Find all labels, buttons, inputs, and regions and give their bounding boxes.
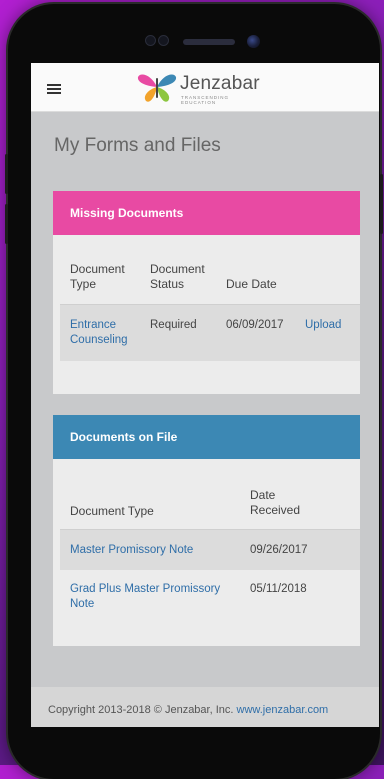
top-bar: Jenzabar TRANSCENDING EDUCATION bbox=[31, 63, 379, 112]
jenzabar-website-link[interactable]: www.jenzabar.com bbox=[237, 704, 329, 716]
proximity-sensor bbox=[158, 35, 169, 46]
phone-side-button bbox=[5, 204, 8, 244]
phone-side-button bbox=[5, 154, 8, 194]
app-screen: Jenzabar TRANSCENDING EDUCATION My Forms… bbox=[31, 63, 379, 727]
brand-name: Jenzabar bbox=[180, 73, 260, 94]
front-camera bbox=[247, 35, 260, 48]
missing-documents-card: Missing Documents Document Type Document… bbox=[53, 191, 360, 394]
column-header-date-received: Date Received bbox=[250, 488, 301, 517]
column-header-document-type: Document Type bbox=[70, 504, 154, 518]
document-link-master-promissory-note[interactable]: Master Promissory Note bbox=[70, 543, 193, 558]
document-link-grad-plus-master-promissory-note[interactable]: Grad Plus Master Promissory Note bbox=[70, 582, 230, 612]
documents-on-file-card: Documents on File Document Type Date Rec… bbox=[53, 415, 360, 646]
jenzabar-logo[interactable]: Jenzabar TRANSCENDING EDUCATION bbox=[136, 70, 266, 105]
phone-side-button bbox=[380, 174, 383, 234]
due-date: 06/09/2017 bbox=[226, 319, 284, 331]
brand-tagline: TRANSCENDING EDUCATION bbox=[181, 95, 230, 105]
proximity-sensor bbox=[145, 35, 156, 46]
column-header-document-status: Document Status bbox=[150, 262, 205, 291]
table-row: Grad Plus Master Promissory Note 05/11/2… bbox=[60, 570, 360, 630]
date-received: 09/26/2017 bbox=[250, 544, 308, 556]
column-header-document-type: Document Type bbox=[70, 262, 125, 291]
column-header-due-date: Due Date bbox=[226, 277, 277, 291]
upload-link[interactable]: Upload bbox=[305, 318, 341, 333]
table-row: Entrance Counseling Required 06/09/2017 … bbox=[60, 305, 360, 361]
page-title: My Forms and Files bbox=[54, 135, 221, 156]
documents-on-file-header: Documents on File bbox=[53, 415, 360, 459]
date-received: 05/11/2018 bbox=[250, 583, 307, 595]
copyright-text: Copyright 2013-2018 © Jenzabar, Inc. bbox=[48, 704, 234, 716]
earpiece-speaker bbox=[183, 39, 235, 45]
hamburger-menu-icon[interactable] bbox=[47, 84, 61, 94]
document-link-entrance-counseling[interactable]: Entrance Counseling bbox=[70, 318, 140, 348]
table-row: Master Promissory Note 09/26/2017 bbox=[60, 530, 360, 570]
butterfly-logo-icon bbox=[137, 74, 177, 102]
document-status: Required bbox=[150, 319, 197, 331]
missing-documents-header: Missing Documents bbox=[53, 191, 360, 235]
footer: Copyright 2013-2018 © Jenzabar, Inc. www… bbox=[31, 687, 379, 727]
phone-frame: Jenzabar TRANSCENDING EDUCATION My Forms… bbox=[5, 4, 383, 779]
